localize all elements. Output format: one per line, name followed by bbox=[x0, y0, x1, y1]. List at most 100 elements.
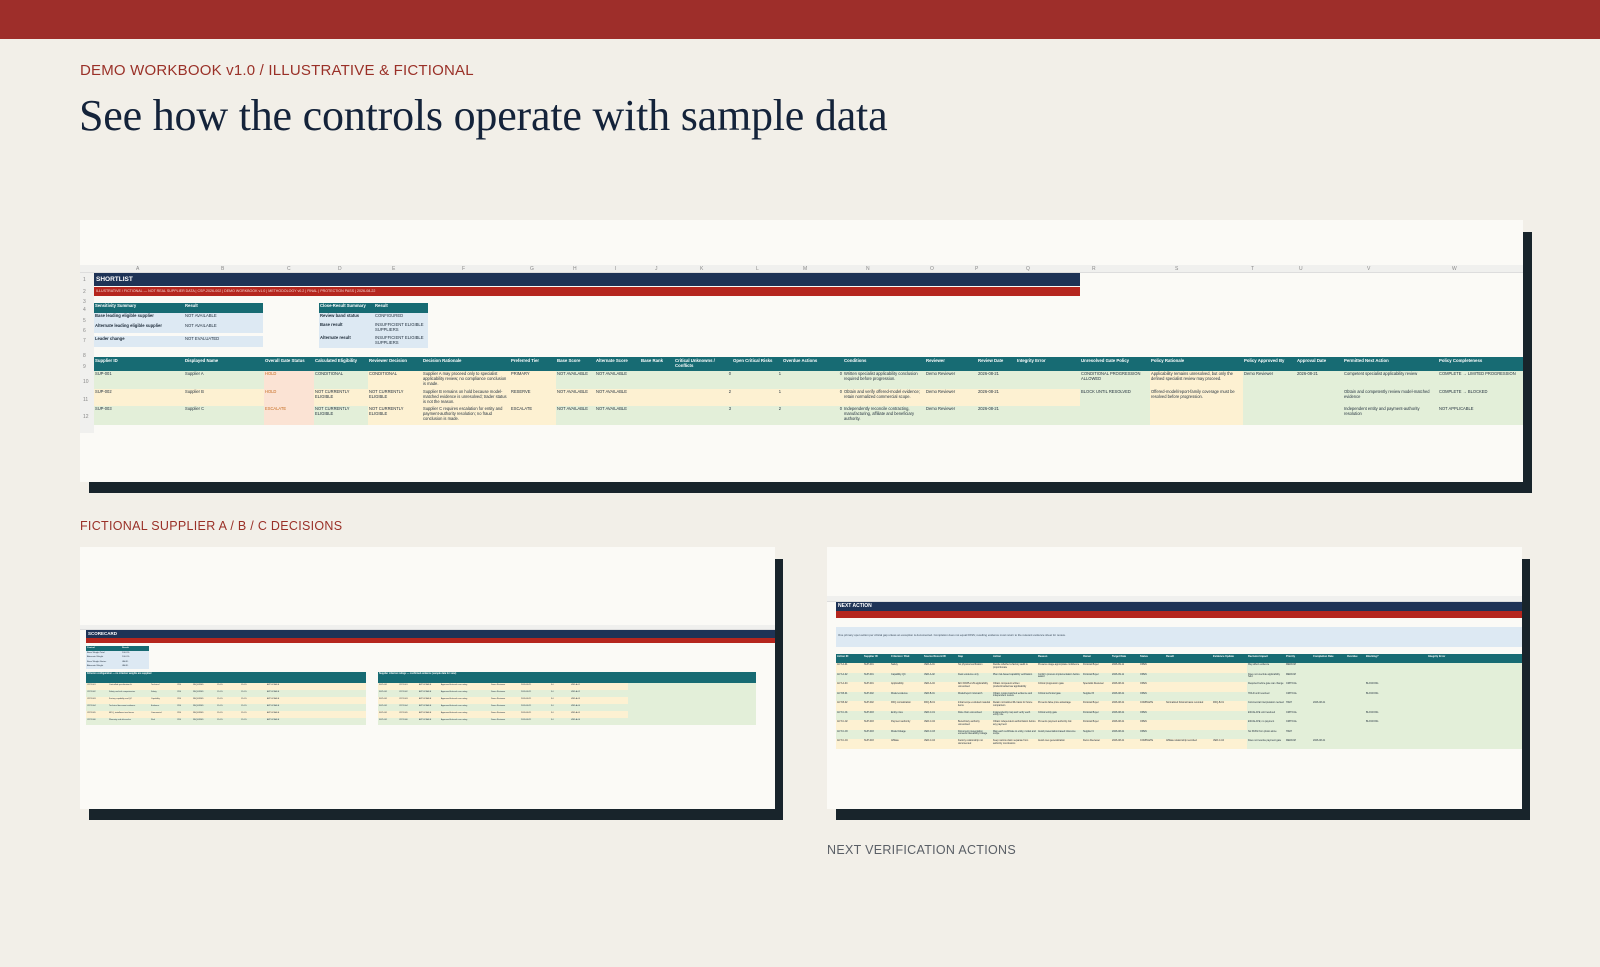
table-column-header: Integrity Error bbox=[1016, 357, 1080, 371]
action-cell: Model evidence bbox=[890, 691, 923, 701]
action-cell: SUP-001 bbox=[863, 663, 890, 673]
action-cell bbox=[1212, 691, 1247, 701]
column-letter: P bbox=[975, 266, 979, 272]
action-cell: Critical entity gate bbox=[1037, 710, 1082, 720]
criterion-cell: YES bbox=[176, 711, 192, 718]
rating-cell: CRIT-001 bbox=[398, 683, 418, 690]
policy-column-header: Approval Date bbox=[1296, 357, 1343, 371]
close-result-label: Base result bbox=[319, 322, 374, 335]
action-cell bbox=[1165, 672, 1212, 682]
caption-next-actions: NEXT VERIFICATION ACTIONS bbox=[827, 843, 1017, 857]
column-letter: D bbox=[338, 266, 342, 272]
sensitivity-label: Alternate leading eligible supplier bbox=[94, 323, 184, 333]
table-cell-elig: NOT CURRENTLY ELIGIBLE bbox=[314, 389, 368, 406]
action-cell: Fictional Buyer bbox=[1082, 672, 1111, 682]
action-column-header: Action ID bbox=[836, 654, 863, 663]
action-cell: ESCALATE; no payment bbox=[1247, 720, 1285, 730]
next-action-sheet: NEXT ACTION One primary open action per … bbox=[827, 596, 1522, 766]
table-cell-rank bbox=[640, 406, 674, 425]
rating-cell: CRIT-006 bbox=[398, 718, 418, 725]
action-cell bbox=[1346, 720, 1365, 730]
row-number: 4 bbox=[83, 307, 86, 313]
sheet-title-bar: SCORECARD bbox=[86, 630, 775, 638]
action-column-header: Reason bbox=[1037, 654, 1082, 663]
action-cell bbox=[1365, 729, 1427, 739]
rating-cell: APPLICABLE bbox=[418, 683, 440, 690]
action-cell: Supplier B bbox=[1082, 691, 1111, 701]
criterion-cell: YES bbox=[176, 697, 192, 704]
action-cell: Confirm process implementation before aw… bbox=[1037, 672, 1082, 682]
column-letter: S bbox=[1175, 266, 1179, 272]
action-cell: HOLD until resolved bbox=[1247, 691, 1285, 701]
table-cell-gate: ESCALATE bbox=[264, 406, 314, 425]
action-cell: SUP-002 bbox=[863, 691, 890, 701]
criterion-cell: CRIT-005 bbox=[86, 711, 108, 718]
action-cell: Affiliate bbox=[890, 739, 923, 749]
rating-cell: 3.0 bbox=[550, 718, 570, 725]
row-number: 8 bbox=[83, 353, 86, 359]
scorecard-sheet: SCORECARD Control Result Base Weight Total… bbox=[80, 625, 775, 745]
action-cell: Capability QC bbox=[890, 672, 923, 682]
criterion-cell: REQUIRED bbox=[192, 690, 216, 697]
action-cell: SUP-002 bbox=[863, 701, 890, 711]
table-column-header: Base Rank bbox=[640, 357, 674, 371]
action-cell: Affiliate relationship recorded bbox=[1165, 739, 1212, 749]
table-cell-elig: NOT CURRENTLY ELIGIBLE bbox=[314, 406, 368, 425]
row-number: 7 bbox=[83, 338, 86, 344]
rating-cell: VER-A-01 bbox=[570, 683, 628, 690]
criterion-cell: 15.0% bbox=[240, 704, 266, 711]
action-cell: Critical technical gate bbox=[1037, 691, 1082, 701]
action-cell: Does not resolve payment gate bbox=[1247, 739, 1285, 749]
rating-cell: 3.0 bbox=[550, 697, 570, 704]
weight-summary-label: Alternate Weight bbox=[86, 664, 121, 669]
rating-cell: Approved fictional case rating bbox=[440, 718, 490, 725]
row-number: 1 bbox=[83, 277, 86, 283]
rating-cell: VER-A-04 bbox=[570, 704, 628, 711]
action-cell: Avoid over-generalization bbox=[1037, 739, 1082, 749]
rating-cell-extra bbox=[628, 718, 756, 725]
rating-cell: APPLICABLE bbox=[418, 697, 440, 704]
policy-cell bbox=[1080, 406, 1150, 425]
rating-cell: Approved fictional case rating bbox=[440, 690, 490, 697]
rating-cell: 2026-08-21 bbox=[520, 718, 550, 725]
policy-column-header: Policy Completeness bbox=[1438, 357, 1523, 371]
action-cell: RFQ normalization bbox=[890, 701, 923, 711]
policy-cell: Demo Reviewer bbox=[1243, 371, 1296, 389]
criterion-cell: 15.0% bbox=[216, 718, 240, 725]
criterion-cell: YES bbox=[176, 690, 192, 697]
action-cell: Model/report mismatch bbox=[957, 691, 992, 701]
action-cell: Document presentation exceeds traceabili… bbox=[957, 729, 992, 739]
policy-cell: Offered-model/report-family coverage mus… bbox=[1150, 389, 1243, 406]
table-cell-risks: 1 bbox=[732, 371, 782, 389]
action-cell: 2026-08-21 bbox=[1111, 701, 1139, 711]
action-cell: VER-C-03 bbox=[923, 729, 957, 739]
column-letter: F bbox=[462, 266, 466, 272]
rating-cell: 2026-08-21 bbox=[520, 711, 550, 718]
sensitivity-label: Leader change bbox=[94, 336, 184, 347]
criterion-cell: Capability bbox=[150, 697, 176, 704]
table-cell-name: Supplier B bbox=[184, 389, 264, 406]
rating-cell: 3.0 bbox=[550, 690, 570, 697]
action-cell bbox=[1165, 720, 1212, 730]
close-result-label: Alternate result bbox=[319, 335, 374, 348]
column-letter: I bbox=[615, 266, 617, 272]
action-cell: VER-C-04 bbox=[923, 739, 957, 749]
table-column-header: Decision Rationale bbox=[422, 357, 510, 371]
table-cell-risks: 2 bbox=[732, 406, 782, 425]
action-guidance-note: One primary open action per critical gap… bbox=[836, 627, 1522, 647]
row-number-gutter: 1 2 3 4 5 6 7 8 9 10 11 12 bbox=[80, 273, 94, 433]
criterion-cell: YES bbox=[176, 704, 192, 711]
rating-cell: CRIT-005 bbox=[398, 711, 418, 718]
action-cell: 2026-08-21 bbox=[1111, 739, 1139, 749]
action-cell: Payment authority bbox=[890, 720, 923, 730]
action-cell bbox=[1346, 663, 1365, 673]
rating-cell: APPLICABLE bbox=[418, 711, 440, 718]
table-column-header: Alternate Score bbox=[595, 357, 640, 371]
policy-cell: COMPLETE → BLOCKED bbox=[1438, 389, 1523, 406]
rating-cell: VER-A-05 bbox=[570, 711, 628, 718]
rating-cell: SUP-001 bbox=[378, 690, 398, 697]
table-cell-id: SUP-001 bbox=[94, 371, 184, 389]
table-cell-unknowns: 2 bbox=[674, 389, 732, 406]
row-number: 9 bbox=[83, 364, 86, 370]
policy-cell: Independent entity and payment-authority… bbox=[1343, 406, 1438, 425]
